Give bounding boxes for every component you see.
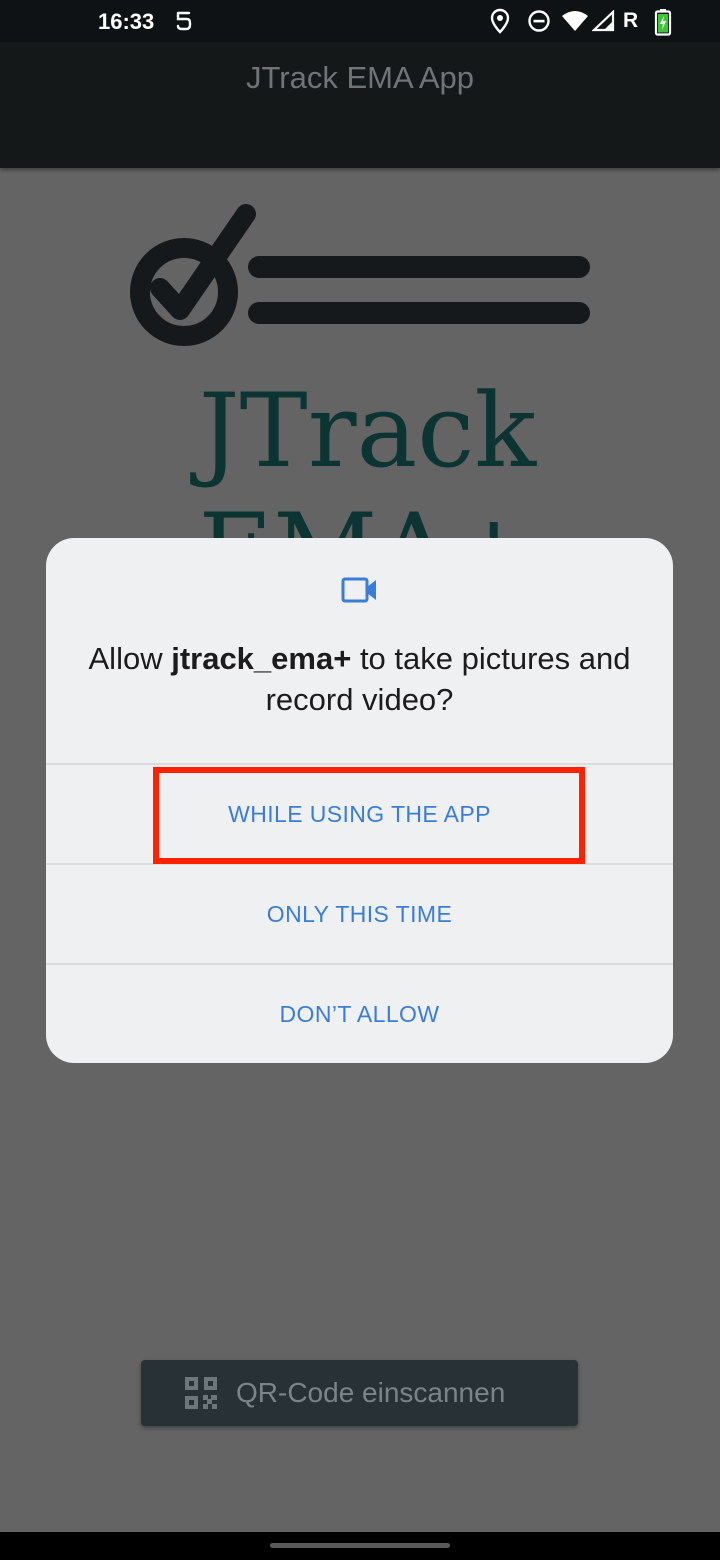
signal-icon <box>591 9 616 37</box>
wifi-icon <box>561 10 589 37</box>
notification-icon <box>174 10 194 37</box>
status-bar: 16:33 R <box>0 0 720 42</box>
dialog-app-name: jtrack_ema+ <box>171 641 352 676</box>
highlight-box <box>153 767 585 864</box>
dont-allow-button[interactable]: DON’T ALLOW <box>46 965 673 1063</box>
scan-qr-code-label: QR-Code einscannen <box>236 1377 506 1408</box>
location-icon <box>489 8 511 39</box>
only-this-time-button[interactable]: ONLY THIS TIME <box>46 865 673 963</box>
status-time: 16:33 <box>98 9 155 34</box>
roaming-indicator: R <box>623 9 639 32</box>
scan-qr-code-button[interactable]: QR-Code einscannen <box>141 1360 578 1426</box>
do-not-disturb-icon <box>527 9 551 38</box>
dialog-message-prefix: Allow <box>88 641 172 676</box>
videocam-icon <box>341 574 379 611</box>
home-gesture-handle[interactable] <box>270 1543 450 1548</box>
app-title: JTrack EMA App <box>246 60 474 95</box>
battery-charging-icon <box>654 8 672 41</box>
checklist-icon <box>128 196 598 353</box>
qr-code-icon <box>185 1377 217 1414</box>
navigation-bar <box>0 1532 720 1560</box>
dialog-message: Allow jtrack_ema+ to take pictures and r… <box>66 638 653 720</box>
